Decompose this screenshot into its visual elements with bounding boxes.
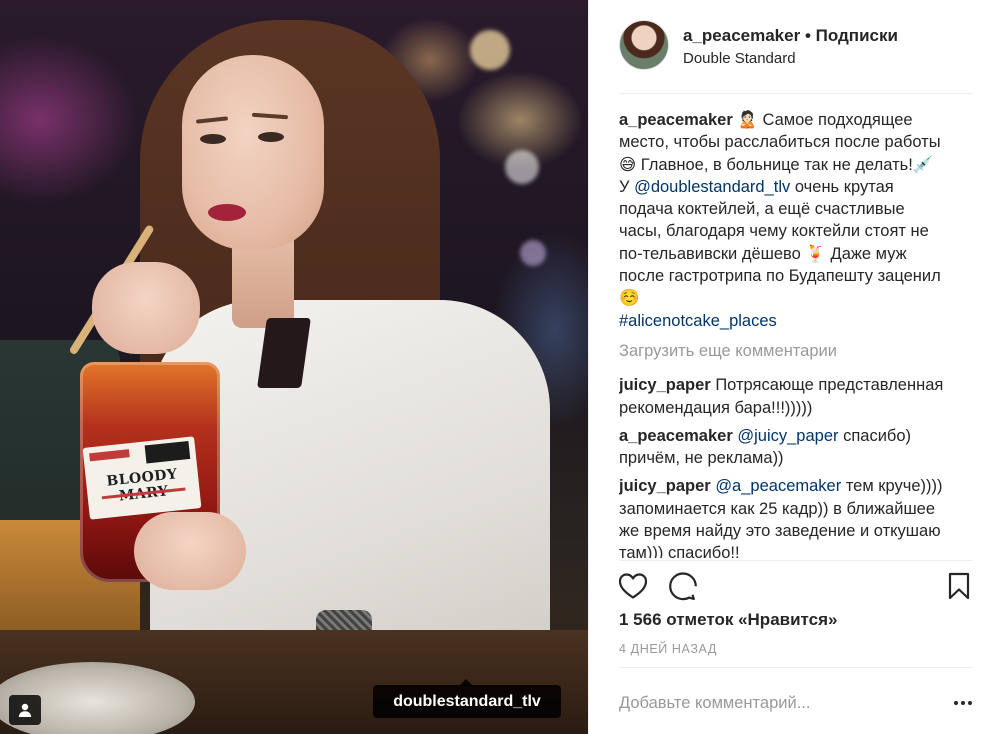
photo-user-tag-label[interactable]: doublestandard_tlv (393, 693, 541, 711)
likes-count[interactable]: 1 566 отметок «Нравится» (619, 610, 837, 630)
caption-line: 😅 Главное, в больнице так не делать!💉 (619, 155, 934, 174)
face (182, 55, 324, 250)
bag-label: BLOODY MARY (82, 436, 202, 520)
comment-button[interactable] (667, 570, 699, 602)
bokeh-light (505, 150, 539, 184)
caption-text: У (619, 177, 635, 196)
comment-line: же время найду это заведение и откушаю (619, 522, 941, 541)
caption-username[interactable]: a_peacemaker (619, 111, 733, 129)
comment: a_peacemaker @juicy_paper спасибо) причё… (619, 425, 979, 470)
heart-outline-icon (618, 573, 648, 599)
comment-line: a_peacemaker @juicy_paper спасибо) (619, 425, 979, 447)
comment-line: juicy_paper Потрясающе представленная (619, 374, 979, 396)
bokeh-light (470, 30, 510, 70)
caption: a_peacemaker 🙎🏻 Самое подходящее место, … (619, 109, 979, 332)
caption-hashtag[interactable]: #alicenotcake_places (619, 310, 979, 332)
user-icon (18, 703, 32, 717)
comment-line: juicy_paper @a_peacemaker тем круче)))) (619, 475, 979, 497)
caption-line: ☺️ (619, 289, 640, 308)
comment-text: спасибо) (843, 426, 912, 445)
label-brand-box (144, 440, 191, 464)
eye (258, 132, 284, 142)
comment-line: причём, не реклама)) (619, 449, 784, 468)
bookmark-icon (948, 572, 970, 600)
post-sidebar: a_peacemaker • Подписки Double Standard … (588, 0, 1000, 734)
user-tags-button[interactable] (9, 695, 41, 725)
more-options-button[interactable] (949, 690, 977, 716)
eye (200, 134, 226, 144)
comment-username[interactable]: juicy_paper (619, 477, 711, 495)
header-title: a_peacemaker • Подписки (683, 26, 898, 46)
comment-mention[interactable]: @a_peacemaker (715, 477, 841, 495)
caption-line: место, чтобы расслабиться после работы (619, 133, 941, 152)
photo-user-tag[interactable]: doublestandard_tlv (373, 679, 561, 718)
comment-line: рекомендация бара!!!))))) (619, 398, 813, 417)
divider (619, 560, 973, 561)
load-more-comments-button[interactable]: Загрузить еще комментарии (619, 340, 979, 362)
hand (92, 262, 200, 354)
post-header: a_peacemaker • Подписки Double Standard (619, 20, 973, 72)
caption-line: подача коктейлей, а ещё счастливые (619, 200, 905, 219)
bag-label-text: BLOODY MARY (105, 466, 179, 504)
more-dot-icon (968, 701, 972, 705)
like-button[interactable] (617, 570, 649, 602)
caption-line: по-тельавивски дёшево 🍹 Даже муж (619, 244, 907, 263)
comment-text: тем круче)))) (845, 477, 943, 496)
location-link[interactable]: Double Standard (683, 50, 796, 67)
caption-line: a_peacemaker 🙎🏻 Самое подходящее (619, 109, 979, 131)
hand (134, 512, 246, 590)
following-button[interactable]: Подписки (816, 26, 898, 45)
comment: juicy_paper @a_peacemaker тем круче)))) … (619, 475, 979, 558)
divider (619, 93, 973, 94)
caption-line: У @doublestandard_tlv очень крутая (619, 176, 979, 198)
comment-username[interactable]: a_peacemaker (619, 427, 733, 445)
caption-mention[interactable]: @doublestandard_tlv (634, 178, 790, 196)
caption-line: после гастротрипа по Будапешту заценил (619, 267, 941, 286)
speech-bubble-icon (669, 572, 697, 601)
caption-line: часы, благодаря чему коктейли стоят не (619, 222, 929, 241)
add-comment-input[interactable] (619, 690, 939, 716)
more-dot-icon (961, 701, 965, 705)
caption-text: 🙎🏻 Самое подходящее (737, 111, 913, 129)
avatar[interactable] (619, 20, 669, 70)
comment-username[interactable]: juicy_paper (619, 376, 711, 394)
header-separator: • (804, 26, 811, 45)
post-actions (617, 570, 979, 604)
post-photo[interactable]: BLOODY MARY doublestandard_tlv (0, 0, 588, 734)
header-username[interactable]: a_peacemaker (683, 26, 800, 45)
comment-line: запоминается как 25 кадр)) в ближайшее (619, 499, 936, 518)
caption-text: очень крутая (794, 177, 894, 196)
post-timestamp[interactable]: 4 ДНЕЙ НАЗАД (619, 642, 717, 656)
bokeh-light (520, 240, 546, 266)
more-dot-icon (954, 701, 958, 705)
save-button[interactable] (943, 570, 975, 602)
comment-mention[interactable]: @juicy_paper (737, 427, 838, 445)
divider (619, 667, 973, 668)
lips (208, 204, 246, 221)
comments-list[interactable]: a_peacemaker 🙎🏻 Самое подходящее место, … (619, 109, 979, 558)
comment-line: там))) спасибо!! (619, 544, 740, 558)
comment: juicy_paper Потрясающе представленная ре… (619, 374, 979, 419)
comment-text: Потрясающе представленная (715, 376, 944, 395)
label-stripe (89, 449, 130, 462)
